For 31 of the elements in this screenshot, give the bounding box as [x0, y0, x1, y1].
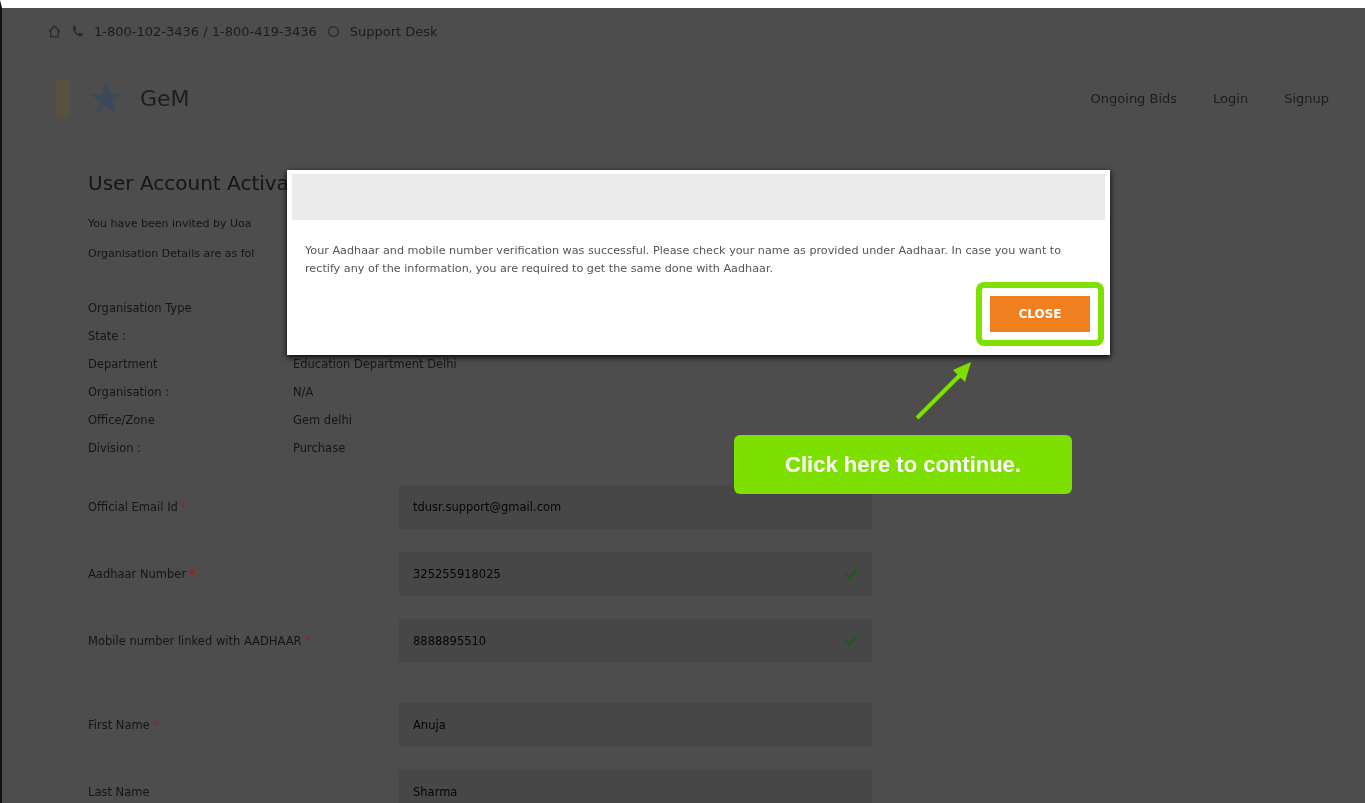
detail-label: Organisation :: [88, 385, 170, 399]
detail-label: Office/Zone: [88, 413, 156, 427]
detail-label: State :: [88, 329, 127, 343]
page-title: User Account Activa: [88, 171, 290, 195]
input-field[interactable]: tdusr.support@gmail.com: [399, 484, 872, 529]
detail-value: N/A: [293, 385, 315, 399]
input-field[interactable]: Anuja: [399, 702, 872, 747]
input-field[interactable]: Sharma: [399, 769, 872, 803]
field-label: Last Name: [88, 784, 150, 799]
modal-message: Your Aadhaar and mobile number verification was successful. Please check your name as provided under Aadhaar. In case you want to rectify any of the information, you are required to get the same done with Aadhaar.: [305, 243, 1063, 277]
input-field[interactable]: 325255918025: [399, 551, 872, 596]
detail-label: Department: [88, 357, 159, 371]
required-mark: *: [180, 499, 187, 514]
detail-value: Education Department Delhi: [293, 357, 458, 371]
check-icon: [844, 634, 858, 647]
callout-label: Click here to continue.: [734, 435, 1072, 494]
required-mark: *: [152, 717, 159, 732]
detail-label: Organisation Type: [88, 301, 193, 315]
close-button[interactable]: CLOSE: [990, 296, 1090, 332]
detail-label: Division :: [88, 441, 143, 455]
input-field[interactable]: 8888895510: [399, 618, 872, 663]
field-label: Aadhaar Number: [88, 566, 187, 581]
detail-value: Purchase: [293, 441, 347, 455]
detail-value: Gem delhi: [293, 413, 353, 427]
required-mark: *: [304, 633, 311, 648]
phone-icon: [71, 25, 84, 38]
home-icon[interactable]: [48, 25, 61, 38]
required-mark: *: [189, 566, 195, 581]
field-label: Mobile number linked with AADHAAR: [88, 633, 302, 648]
field-label: First Name: [88, 717, 150, 732]
check-icon: [844, 567, 858, 580]
